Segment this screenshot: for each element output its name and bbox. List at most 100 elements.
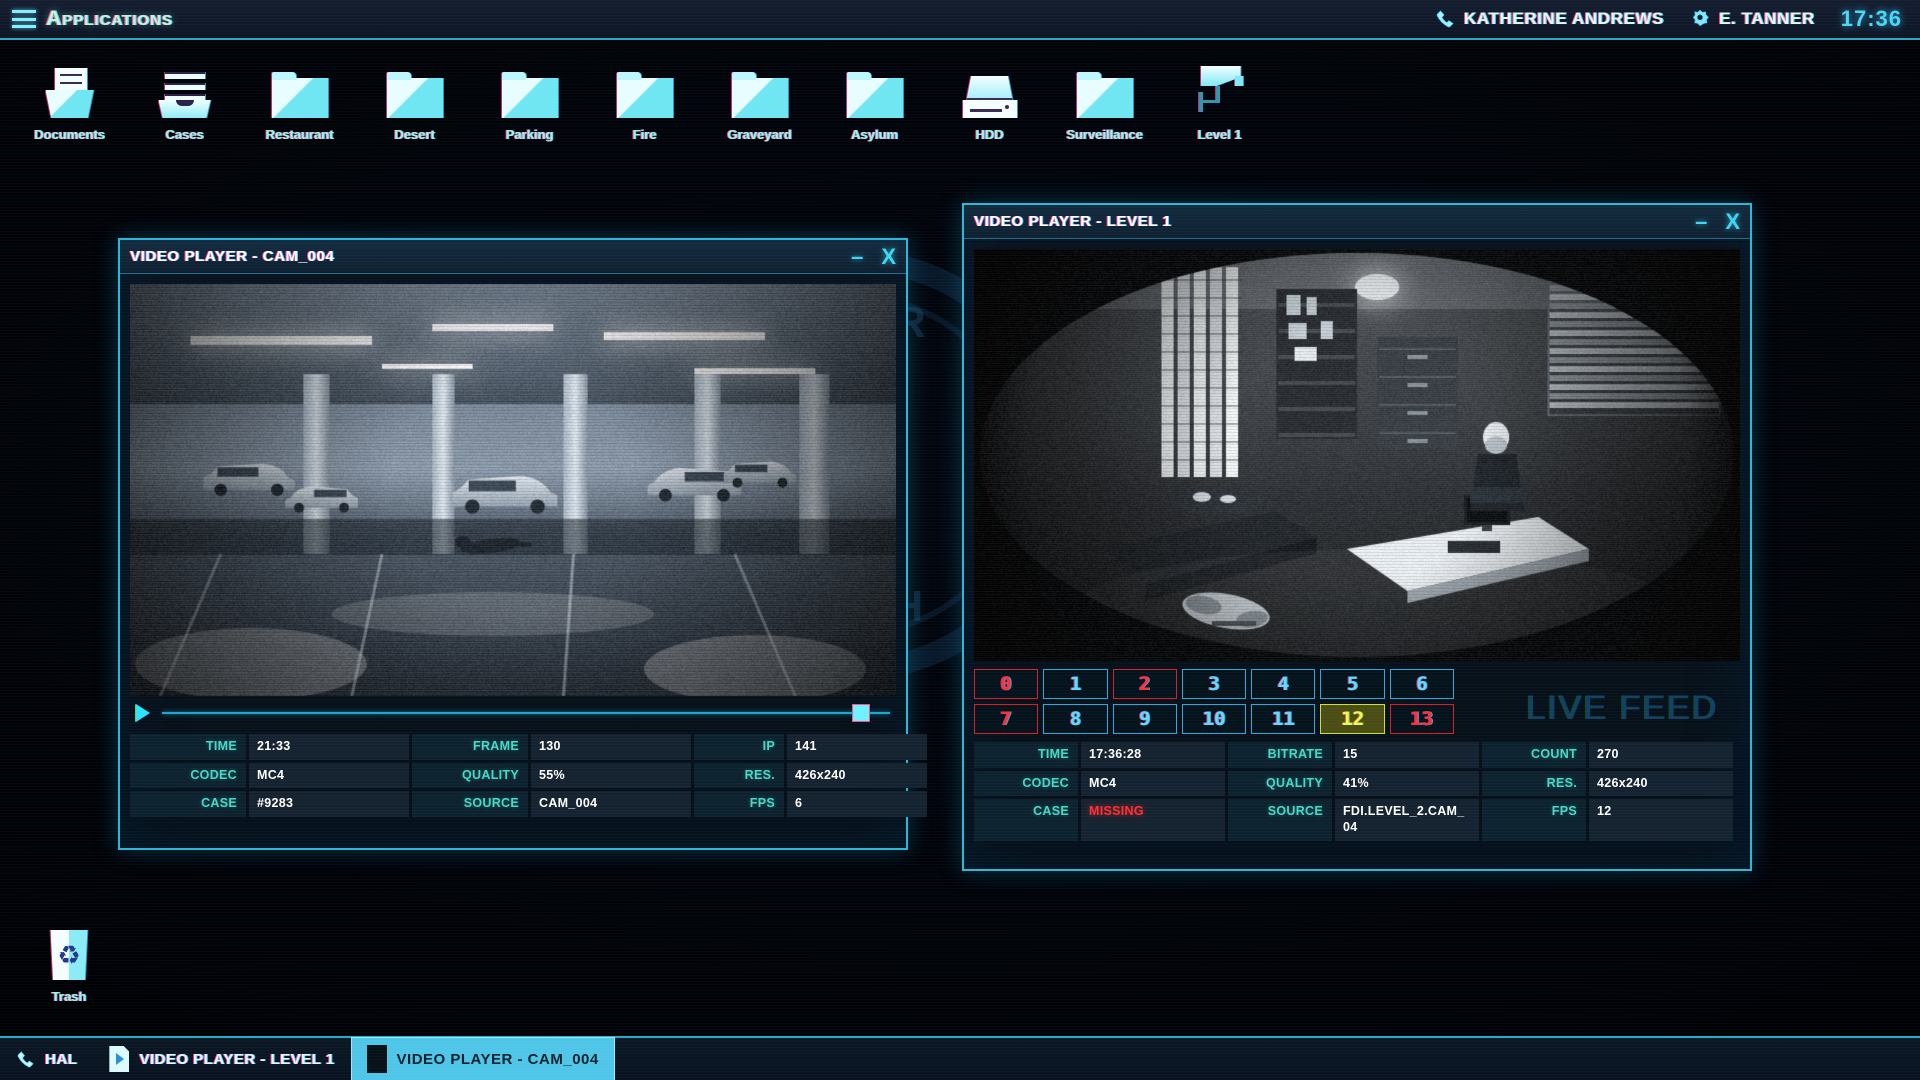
metadata-value: 17:36:28 [1081,742,1225,768]
metadata-key: RES. [694,763,784,789]
folder-icon [732,72,788,118]
metadata-value: 270 [1589,742,1733,768]
window-title-bar[interactable]: VIDEO PLAYER - CAM_004 – X [120,240,906,274]
video-window-icon [367,1045,387,1073]
documents-folder-icon [42,68,98,118]
cctv-camera-icon [1191,62,1249,118]
camera-button-13[interactable]: 13 [1390,704,1454,734]
taskbar-item-label: VIDEO PLAYER - CAM_004 [397,1051,599,1068]
camera-button-3[interactable]: 3 [1182,669,1246,699]
metadata-key: FRAME [412,734,528,760]
desktop-icon-desert[interactable]: Desert [357,56,472,142]
taskbar-item-video-player-level-1[interactable]: VIDEO PLAYER - LEVEL 1 [93,1037,350,1080]
applications-menu-label[interactable]: Applications [46,7,173,31]
camera-button-10[interactable]: 10 [1182,704,1246,734]
desktop-icon-label: Parking [506,127,554,142]
metadata-value: 141 [787,734,927,760]
top-bar: Applications KATHERINE ANDREWS E. TANNER… [0,0,1920,40]
hamburger-icon[interactable] [12,10,36,28]
metadata-value: 15 [1335,742,1479,768]
video-canvas-level1[interactable] [974,249,1740,661]
window-video-player-level1[interactable]: VIDEO PLAYER - LEVEL 1 – X 0123456789101… [962,203,1752,871]
icon-glyph [963,60,1017,118]
taskbar-item-hal[interactable]: HAL [0,1037,93,1080]
close-button[interactable]: X [881,244,896,270]
metadata-value: #9283 [249,791,409,817]
camera-button-5[interactable]: 5 [1320,669,1384,699]
recycle-bin-icon: ♻ [49,930,89,980]
desktop-icon-documents[interactable]: Documents [12,56,127,142]
icon-glyph [732,60,788,118]
minimize-button[interactable]: – [851,252,863,262]
camera-button-1[interactable]: 1 [1043,669,1107,699]
metadata-key: BITRATE [1228,742,1332,768]
video-transport-controls [130,700,896,726]
metadata-value: 426x240 [787,763,927,789]
desktop-screen: AMER OUTH Applications KATHERINE ANDREWS… [0,0,1920,1080]
window-controls: – X [851,244,896,270]
desktop-icon-cases[interactable]: Cases [127,56,242,142]
metadata-key: TIME [130,734,246,760]
camera-button-6[interactable]: 6 [1390,669,1454,699]
desktop-icon-label: Asylum [851,127,898,142]
camera-button-8[interactable]: 8 [1043,704,1107,734]
play-icon[interactable] [136,704,150,722]
camera-button-12[interactable]: 12 [1320,704,1384,734]
live-feed-label: LIVE FEED [1526,689,1718,728]
taskbar-item-video-player-cam-004[interactable]: VIDEO PLAYER - CAM_004 [351,1037,615,1080]
window-controls: – X [1695,209,1740,235]
window-title-text: VIDEO PLAYER - LEVEL 1 [974,213,1171,230]
icon-glyph [617,60,673,118]
window-body: TIME21:33FRAME130IP141CODECMC4QUALITY55%… [120,274,906,827]
metadata-key: FPS [694,791,784,817]
contact-indicator[interactable]: KATHERINE ANDREWS [1435,9,1664,29]
desktop-icon-label: Cases [165,127,203,142]
camera-button-2[interactable]: 2 [1113,669,1177,699]
metadata-value: 21:33 [249,734,409,760]
icon-glyph [387,60,443,118]
folder-icon [847,72,903,118]
metadata-key: SOURCE [412,791,528,817]
folder-icon [1077,72,1133,118]
desktop-icon-label: Graveyard [727,127,791,142]
metadata-value: MC4 [249,763,409,789]
desktop-icon-trash[interactable]: ♻ Trash [14,930,124,1004]
close-button[interactable]: X [1725,209,1740,235]
metadata-key: IP [694,734,784,760]
desktop-icon-asylum[interactable]: Asylum [817,56,932,142]
icon-glyph [502,60,558,118]
desktop-icon-graveyard[interactable]: Graveyard [702,56,817,142]
metadata-value: MC4 [1081,771,1225,797]
camera-button-11[interactable]: 11 [1251,704,1315,734]
seek-track[interactable] [162,712,890,714]
camera-button-7[interactable]: 7 [974,704,1038,734]
camera-button-9[interactable]: 9 [1113,704,1177,734]
contact-name: KATHERINE ANDREWS [1464,9,1664,29]
desktop-icon-fire[interactable]: Fire [587,56,702,142]
user-indicator[interactable]: E. TANNER [1690,9,1815,29]
taskbar: HALVIDEO PLAYER - LEVEL 1 VIDEO PLAYER - … [0,1036,1920,1080]
desktop-icon-level-1[interactable]: Level 1 [1162,56,1277,142]
desktop-icon-hdd[interactable]: HDD [932,56,1047,142]
camera-button-4[interactable]: 4 [1251,669,1315,699]
window-video-player-cam004[interactable]: VIDEO PLAYER - CAM_004 – X TIME21:33FRAM… [118,238,908,850]
minimize-button[interactable]: – [1695,217,1707,227]
desktop-icon-label: Level 1 [1197,127,1241,142]
desktop-icon-surveillance[interactable]: Surveillance [1047,56,1162,142]
video-canvas-cam004[interactable] [130,284,896,696]
icon-glyph [1077,60,1133,118]
metadata-value: 41% [1335,771,1479,797]
badge-icon [1690,9,1710,29]
metadata-key: CODEC [130,763,246,789]
metadata-value: CAM_004 [531,791,691,817]
metadata-value: 130 [531,734,691,760]
desktop-icon-restaurant[interactable]: Restaurant [242,56,357,142]
window-body: 012345678910111213 LIVE FEED TIME17:36:2… [964,239,1750,851]
seek-handle[interactable] [852,704,870,722]
metadata-value: MISSING [1081,799,1225,840]
window-title-bar[interactable]: VIDEO PLAYER - LEVEL 1 – X [964,205,1750,239]
window-title-text: VIDEO PLAYER - CAM_004 [130,248,334,265]
icon-glyph [272,60,328,118]
desktop-icon-parking[interactable]: Parking [472,56,587,142]
camera-button-0[interactable]: 0 [974,669,1038,699]
